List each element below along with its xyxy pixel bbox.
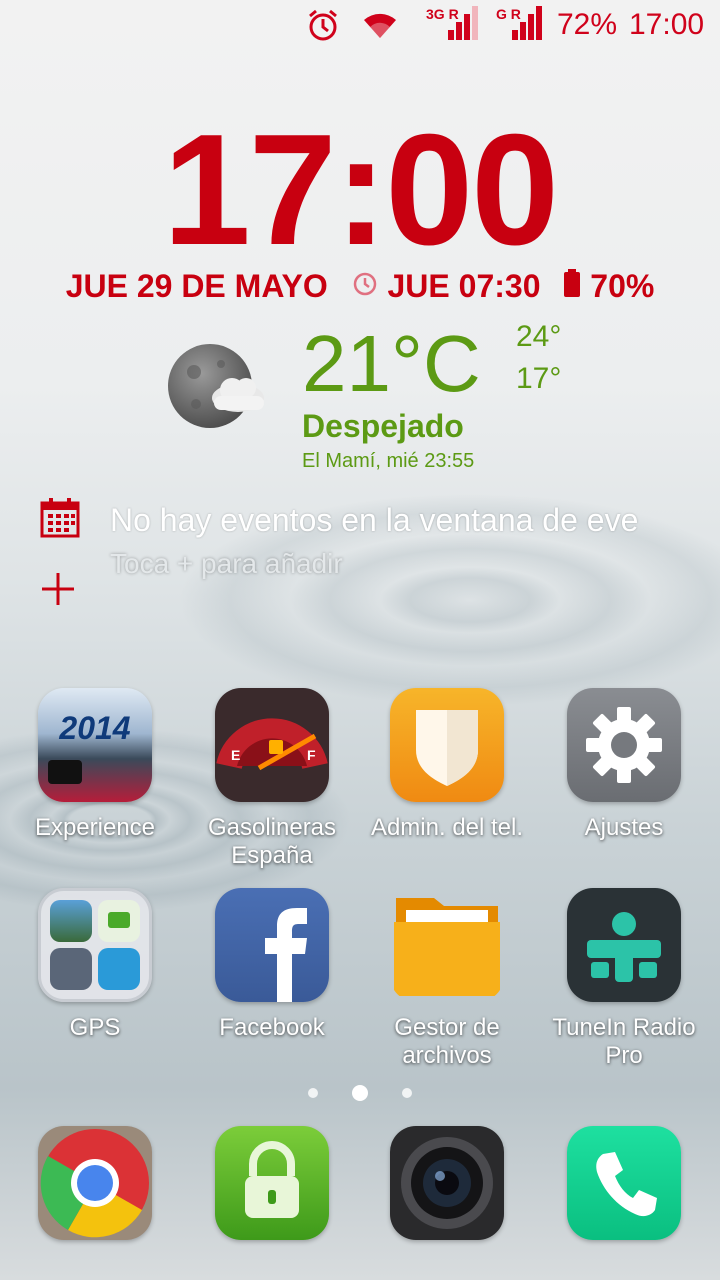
temperature-low: 17°	[516, 362, 562, 395]
moon-cloud-icon[interactable]	[166, 342, 266, 437]
app-gps-folder[interactable]: GPS	[7, 888, 183, 1042]
app-label: Facebook	[219, 1014, 325, 1041]
file-folder-icon	[390, 888, 504, 1002]
date-text: JUE 29 DE MAYO	[65, 268, 328, 305]
clock-time[interactable]: 17:00	[0, 100, 720, 281]
alarm-small-icon	[351, 268, 388, 304]
facebook-icon	[215, 888, 329, 1002]
gear-icon	[567, 688, 681, 802]
dock-camera[interactable]	[359, 1126, 535, 1240]
battery-text: 70%	[590, 268, 655, 305]
date-alarm-line[interactable]: JUE 29 DE MAYO JUE 07:30 70%	[0, 266, 720, 306]
app-label: Gestor de archivos	[394, 1014, 500, 1069]
folder-icon	[38, 888, 152, 1002]
app-label: Admin. del tel.	[370, 814, 524, 841]
battery-percent: 72%	[557, 8, 618, 41]
calendar-add-hint: Toca + para añadir	[110, 548, 343, 579]
app-label: Ajustes	[584, 814, 664, 841]
page-dot-active[interactable]	[352, 1084, 368, 1101]
app-gasolineras[interactable]: E F Gasolineras España	[184, 688, 360, 870]
app-experience[interactable]: 2014 Experience	[7, 688, 183, 842]
app-label: Gasolineras España	[207, 814, 337, 869]
phone-icon	[567, 1126, 681, 1240]
status-bar[interactable]: 3G R G R 72% 17:00	[0, 0, 720, 50]
add-event-button[interactable]	[40, 568, 76, 616]
network-g-label: G	[496, 6, 507, 22]
alarm-icon	[306, 8, 340, 47]
temperature-high: 24°	[516, 320, 562, 353]
page-dot[interactable]	[308, 1087, 318, 1098]
wifi-icon	[360, 8, 400, 47]
svg-text:E: E	[231, 747, 240, 763]
page-indicator[interactable]	[0, 1084, 720, 1102]
roaming-label-2: R	[510, 6, 521, 22]
weather-condition: Despejado	[302, 408, 464, 444]
dock-lock[interactable]	[184, 1126, 360, 1240]
dock-chrome[interactable]	[7, 1126, 183, 1240]
motogp-year: 2014	[59, 710, 131, 746]
motogp-2014-icon: 2014	[38, 688, 152, 802]
tunein-icon	[567, 888, 681, 1002]
camera-icon	[390, 1126, 504, 1240]
lock-icon	[215, 1126, 329, 1240]
app-facebook[interactable]: Facebook	[184, 888, 360, 1042]
app-label: Experience	[34, 814, 156, 841]
app-ajustes[interactable]: Ajustes	[536, 688, 712, 842]
page-dot[interactable]	[402, 1087, 412, 1098]
app-tunein[interactable]: TuneIn Radio Pro	[536, 888, 712, 1070]
temperature[interactable]: 21°C	[302, 318, 481, 410]
app-admin-tel[interactable]: Admin. del tel.	[359, 688, 535, 842]
weather-location-time: El Mamí, mié 23:55	[302, 450, 475, 472]
signal-3g-icon: 3G R	[424, 4, 480, 49]
chrome-icon	[38, 1126, 152, 1240]
dock-phone[interactable]	[536, 1126, 712, 1240]
fuel-gauge-icon: E F	[215, 688, 329, 802]
svg-text:F: F	[307, 747, 316, 763]
alarm-text: JUE 07:30	[387, 268, 541, 305]
app-gestor-archivos[interactable]: Gestor de archivos	[359, 888, 535, 1070]
signal-g-icon: G R	[494, 4, 546, 49]
app-label: GPS	[69, 1014, 121, 1041]
calendar-icon[interactable]	[40, 498, 80, 543]
roaming-label: R	[448, 6, 459, 22]
shield-icon	[390, 688, 504, 802]
battery-small-icon	[563, 268, 590, 305]
network-3g-label: 3G	[426, 6, 445, 22]
status-time: 17:00	[629, 8, 705, 41]
app-label: TuneIn Radio Pro	[552, 1014, 696, 1069]
calendar-events-message: No hay eventos en la ventana de eve	[110, 502, 639, 538]
